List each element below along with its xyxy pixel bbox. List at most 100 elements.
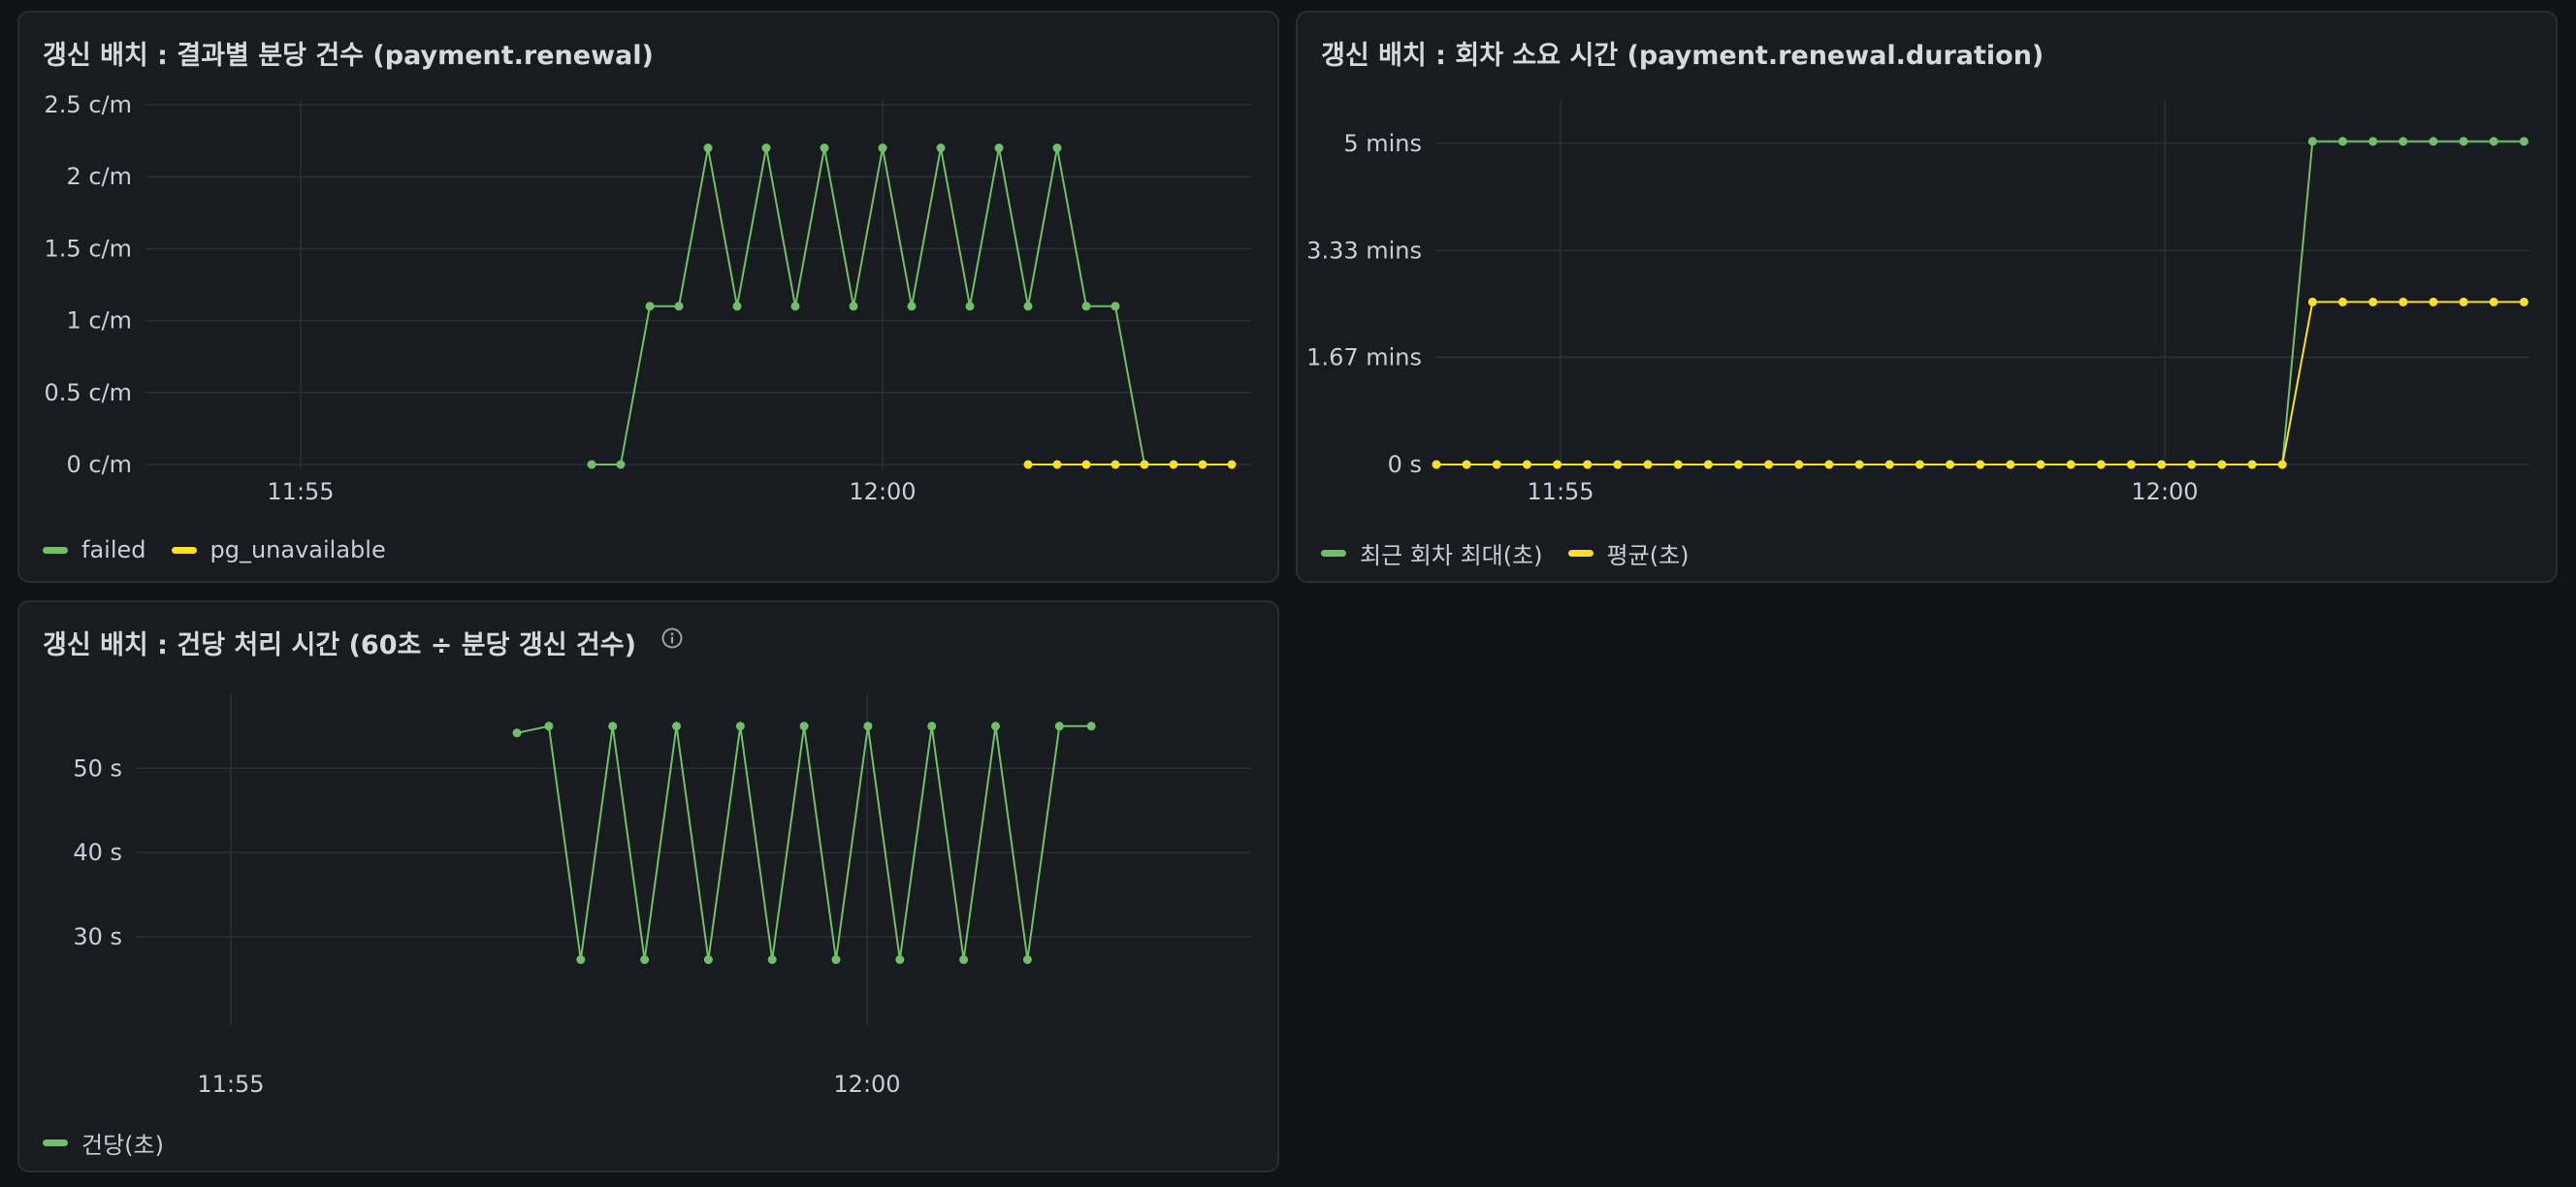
legend-item[interactable]: 최근 회차 최대(초) — [1321, 536, 1543, 570]
data-point — [672, 722, 681, 731]
chart-legend: 건당(초) — [43, 1126, 164, 1160]
data-point — [2489, 297, 2498, 306]
data-point — [2368, 137, 2378, 146]
data-point — [849, 302, 858, 311]
legend-item[interactable]: pg_unavailable — [171, 536, 386, 563]
data-point — [2399, 297, 2408, 306]
data-point — [2338, 297, 2347, 306]
data-point — [959, 955, 969, 965]
panel-renewal-count: 갱신 배치 : 결과별 분당 건수 (payment.renewal) 0 c/… — [17, 11, 1279, 583]
data-point — [2096, 460, 2106, 469]
data-point — [799, 722, 809, 731]
legend-label: 최근 회차 최대(초) — [1360, 542, 1543, 569]
legend-label: failed — [81, 536, 146, 563]
data-point — [1432, 460, 1441, 469]
data-point — [1081, 460, 1091, 469]
data-point — [1227, 460, 1237, 469]
renewal-count-chart: 0 c/m 0.5 c/m 1 c/m 1.5 c/m 2 c/m 2.5 c/m 11:5… — [45, 91, 1251, 505]
legend-swatch — [43, 1139, 68, 1146]
data-point — [2006, 460, 2015, 469]
data-point — [1854, 460, 1864, 469]
data-point — [732, 302, 742, 311]
data-point — [1673, 460, 1683, 469]
panel-renewal-duration: 갱신 배치 : 회차 소요 시간 (payment.renewal.durati… — [1296, 11, 2558, 583]
data-point — [645, 302, 655, 311]
data-point — [907, 302, 917, 311]
legend-swatch — [43, 546, 68, 554]
data-point — [2066, 460, 2076, 469]
data-point — [1054, 722, 1064, 731]
data-point — [1023, 302, 1033, 311]
data-point — [1643, 460, 1653, 469]
data-point — [2519, 137, 2528, 146]
chart-legend: failed pg_unavailable — [43, 536, 386, 563]
data-point — [1915, 460, 1924, 469]
y-tick-label: 0.5 c/m — [45, 379, 132, 406]
data-point — [608, 722, 618, 731]
data-point — [895, 955, 905, 965]
x-tick-label: 11:55 — [267, 478, 334, 505]
data-point — [2217, 460, 2227, 469]
panel-per-item-time: 갱신 배치 : 건당 처리 시간 (60초 ÷ 분당 갱신 건수) 30 s 40… — [17, 600, 1279, 1172]
data-point — [1140, 460, 1149, 469]
x-tick-label: 11:55 — [1527, 478, 1594, 505]
data-point — [1086, 722, 1096, 731]
legend-label: 건당(초) — [81, 1132, 164, 1159]
legend-label: pg_unavailable — [209, 536, 386, 563]
y-tick-label: 40 s — [73, 839, 122, 866]
data-point — [2187, 460, 2197, 469]
data-point — [1052, 460, 1062, 469]
data-point — [674, 302, 684, 311]
x-tick-label: 12:00 — [849, 478, 916, 505]
data-point — [1052, 144, 1062, 153]
series-1 — [1432, 297, 2528, 469]
data-point — [1794, 460, 1804, 469]
data-point — [1553, 460, 1562, 469]
data-point — [735, 722, 745, 731]
data-point — [616, 460, 626, 469]
data-point — [2157, 460, 2167, 469]
y-tick-label: 3.33 mins — [1306, 237, 1422, 264]
y-tick-label: 50 s — [73, 754, 122, 782]
series-line — [516, 724, 1092, 960]
data-point — [1884, 460, 1894, 469]
renewal-duration-chart: 0 s 1.67 mins 3.33 mins 5 mins 11:55 12:00 — [1306, 100, 2529, 505]
data-point — [1492, 460, 1501, 469]
legend-item[interactable]: failed — [43, 536, 146, 563]
data-point — [927, 722, 937, 731]
data-point — [1198, 460, 1208, 469]
data-point — [2307, 137, 2317, 146]
data-point — [1462, 460, 1471, 469]
data-point — [965, 302, 975, 311]
data-point — [1764, 460, 1774, 469]
legend-item[interactable]: 건당(초) — [43, 1126, 164, 1160]
data-point — [2489, 137, 2498, 146]
series-0 — [512, 722, 1096, 965]
x-tick-label: 11:55 — [197, 1071, 264, 1098]
data-point — [1976, 460, 1985, 469]
data-point — [2519, 297, 2528, 306]
x-tick-label: 12:00 — [2131, 478, 2198, 505]
data-point — [761, 144, 771, 153]
data-point — [544, 722, 554, 731]
data-point — [703, 144, 713, 153]
y-tick-label: 2 c/m — [66, 163, 132, 190]
data-point — [2036, 460, 2045, 469]
data-point — [2247, 460, 2257, 469]
data-point — [2277, 460, 2287, 469]
data-point — [863, 722, 873, 731]
y-tick-label: 0 c/m — [66, 451, 132, 478]
data-point — [991, 722, 1000, 731]
data-point — [2368, 297, 2378, 306]
data-point — [640, 955, 650, 965]
data-point — [1111, 460, 1120, 469]
data-point — [2459, 137, 2468, 146]
data-point — [878, 144, 887, 153]
legend-item[interactable]: 평균(초) — [1567, 536, 1690, 570]
data-point — [1734, 460, 1743, 469]
y-tick-label: 30 s — [73, 923, 122, 950]
data-point — [1169, 460, 1178, 469]
data-point — [2126, 460, 2136, 469]
data-point — [1946, 460, 1955, 469]
data-point — [1583, 460, 1593, 469]
